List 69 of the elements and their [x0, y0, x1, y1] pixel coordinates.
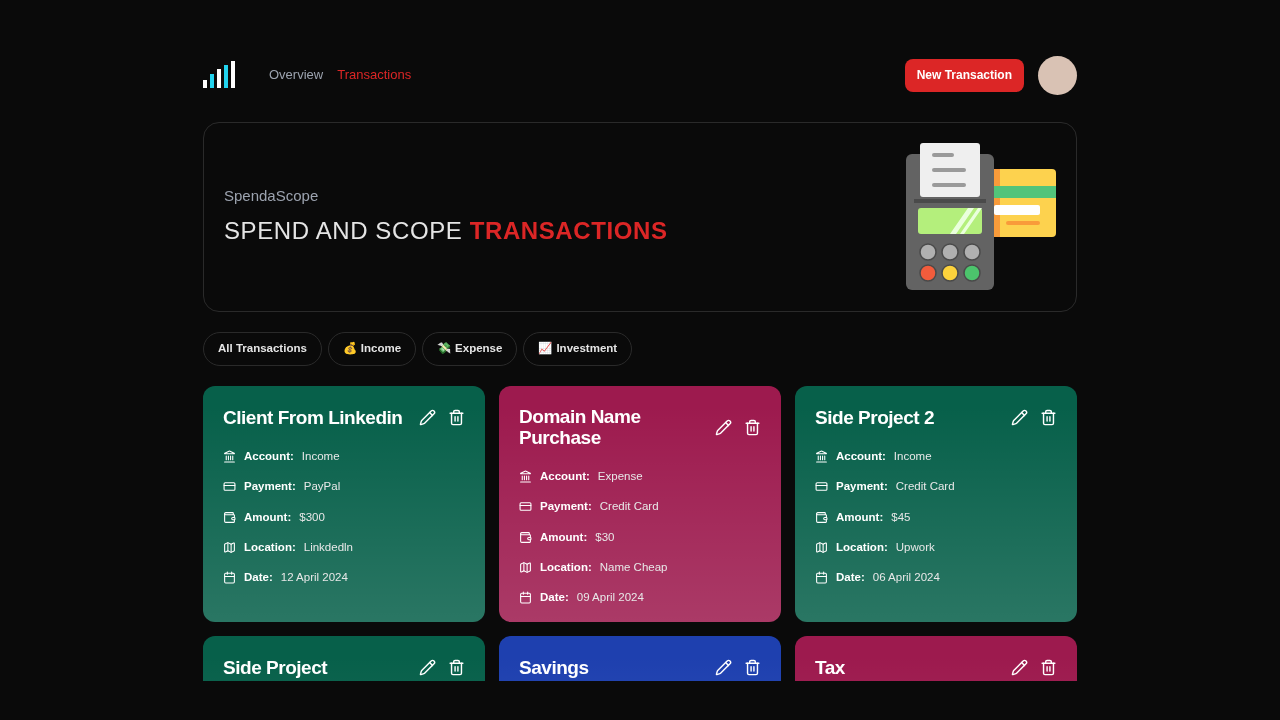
field-label: Amount: — [540, 529, 588, 545]
delete-icon[interactable] — [448, 658, 465, 676]
card-title: Side Project 2 — [815, 406, 934, 428]
edit-icon[interactable] — [419, 408, 436, 426]
map-icon — [815, 540, 828, 554]
card-title: Savings — [519, 656, 589, 678]
card-title: Domain Name Purchase — [519, 406, 642, 448]
bank-icon — [223, 450, 236, 464]
field-value: Income — [301, 449, 340, 464]
delete-icon[interactable] — [448, 408, 465, 426]
nav-link[interactable]: Overview — [269, 65, 324, 85]
field-value: Expense — [597, 469, 643, 484]
avatar[interactable] — [1038, 55, 1077, 95]
field-value: Credit Card — [599, 499, 659, 515]
map-icon — [519, 560, 532, 574]
calendar-icon — [519, 591, 532, 605]
field-value: 06 April 2024 — [872, 570, 940, 585]
field-value: 09 April 2024 — [576, 590, 644, 605]
edit-icon[interactable] — [419, 658, 436, 676]
field-label: Payment: — [836, 479, 888, 495]
edit-icon[interactable] — [715, 418, 732, 436]
field-value: $300 — [299, 509, 325, 525]
field-label: Amount: — [836, 509, 884, 525]
bank-icon — [519, 470, 532, 484]
delete-icon[interactable] — [744, 658, 761, 676]
field-label: Account: — [244, 449, 294, 464]
field-label: Date: — [540, 590, 569, 605]
field-value: Name Cheap — [599, 559, 668, 575]
field-label: Payment: — [540, 499, 592, 515]
map-icon — [223, 540, 236, 554]
field-value: Income — [893, 449, 932, 464]
field-label: Location: — [540, 559, 592, 575]
field-label: Account: — [836, 449, 886, 464]
field-label: Location: — [836, 539, 888, 555]
credit-card-icon — [223, 480, 236, 494]
nav-link[interactable]: Transactions — [337, 65, 412, 85]
card-title: Client From Linkedin — [223, 406, 403, 428]
field-value: PayPal — [303, 479, 341, 495]
delete-icon[interactable] — [1040, 408, 1057, 426]
card-title: Side Project — [223, 656, 328, 678]
edit-icon[interactable] — [1011, 408, 1028, 426]
hero-subtitle: SpendaScope — [224, 185, 320, 206]
wallet-icon — [519, 530, 532, 544]
wallet-icon — [223, 510, 236, 524]
calendar-icon — [223, 571, 236, 585]
card-title: Tax — [815, 656, 845, 678]
field-label: Location: — [244, 539, 296, 555]
field-value: Linkdedln — [303, 539, 353, 555]
delete-icon[interactable] — [744, 418, 761, 436]
field-value: 12 April 2024 — [280, 570, 348, 585]
field-value: Credit Card — [895, 479, 955, 495]
field-value: $30 — [595, 529, 615, 545]
credit-card-icon — [519, 500, 532, 514]
bank-icon — [815, 450, 828, 464]
calendar-icon — [815, 571, 828, 585]
field-value: Upwork — [895, 539, 935, 555]
field-label: Payment: — [244, 479, 296, 495]
field-label: Account: — [540, 469, 590, 484]
field-value: $45 — [891, 509, 911, 525]
hero-title: SPEND AND SCOPE TRANSACTIONS — [224, 216, 668, 247]
field-label: Amount: — [244, 509, 292, 525]
edit-icon[interactable] — [715, 658, 732, 676]
edit-icon[interactable] — [1011, 658, 1028, 676]
field-label: Date: — [836, 570, 865, 585]
field-label: Date: — [244, 570, 273, 585]
delete-icon[interactable] — [1040, 658, 1057, 676]
credit-card-icon — [815, 480, 828, 494]
new-transaction-button[interactable]: New Transaction — [904, 58, 1024, 92]
wallet-icon — [815, 510, 828, 524]
